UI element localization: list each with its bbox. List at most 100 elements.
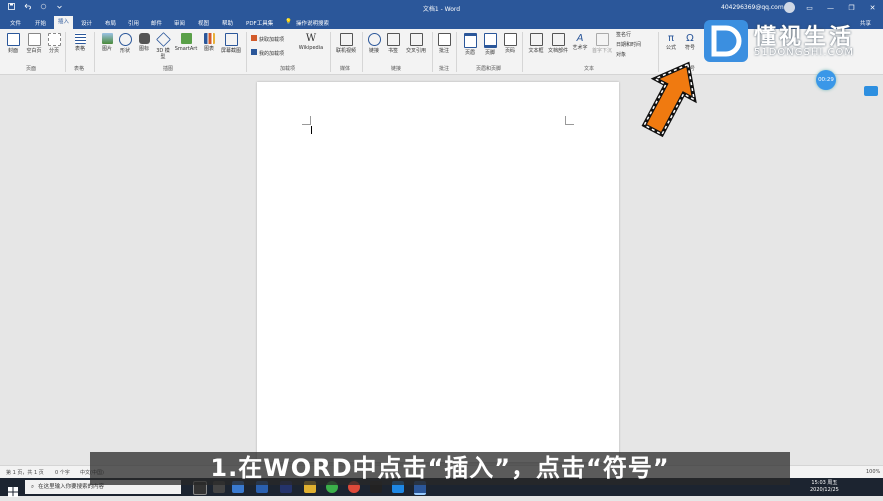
blank-page-icon xyxy=(27,33,41,46)
wordart-icon: A xyxy=(576,33,584,44)
quick-parts-icon xyxy=(551,33,565,46)
tab-references[interactable]: 引用 xyxy=(128,19,139,27)
ribbon-display-icon[interactable]: ▭ xyxy=(799,0,820,16)
tab-view[interactable]: 视图 xyxy=(198,19,209,27)
equation-button[interactable]: π 公式 xyxy=(663,33,679,51)
tab-home[interactable]: 开始 xyxy=(35,19,46,27)
smartart-label: SmartArt xyxy=(174,46,198,52)
search-icon: ⌕ xyxy=(31,484,35,490)
cover-page-button[interactable]: 封面 xyxy=(5,33,21,54)
page-count[interactable]: 第 1 页，共 1 页 xyxy=(6,469,44,476)
get-addins-label: 获取加载项 xyxy=(259,37,285,43)
page-break-button[interactable]: 分页 xyxy=(46,33,62,54)
crop-mark-left xyxy=(302,116,311,125)
divider xyxy=(94,32,95,72)
wikipedia-button[interactable]: W Wikipedia xyxy=(297,33,325,51)
table-icon xyxy=(74,33,86,44)
quick-parts-button[interactable]: 文档部件 xyxy=(546,33,570,54)
avatar[interactable] xyxy=(784,2,795,13)
text-cursor xyxy=(311,126,312,134)
drop-cap-label: 首字下沉 xyxy=(591,48,612,54)
tab-help[interactable]: 帮助 xyxy=(222,19,233,27)
get-addins-button[interactable]: 获取加载项 xyxy=(251,35,284,43)
comment-label: 批注 xyxy=(438,48,449,54)
tab-pdf-tools[interactable]: PDF工具集 xyxy=(246,19,273,27)
wordart-button[interactable]: A 艺术字 xyxy=(571,33,589,51)
picture-icon xyxy=(101,33,113,44)
drop-cap-button[interactable]: 首字下沉 xyxy=(590,33,614,54)
picture-button[interactable]: 图片 xyxy=(99,33,115,52)
account-email[interactable]: 404296369@qq.com xyxy=(721,4,784,11)
header-button[interactable]: 页眉 xyxy=(462,33,478,56)
comment-icon xyxy=(437,33,451,46)
comment-button[interactable]: 批注 xyxy=(437,33,451,54)
table-button[interactable]: 表格 xyxy=(72,33,88,52)
shapes-button[interactable]: 形状 xyxy=(117,33,133,54)
tab-insert[interactable]: 插入 xyxy=(54,16,74,29)
header-label: 页眉 xyxy=(464,50,475,56)
symbol-button[interactable]: Ω 符号 xyxy=(682,33,698,51)
text-box-icon xyxy=(529,33,543,46)
group-comments: 批注 xyxy=(439,66,450,72)
blank-page-button[interactable]: 空白页 xyxy=(24,33,44,54)
minimize-icon[interactable]: — xyxy=(820,0,841,16)
zoom-level[interactable]: 100% xyxy=(866,469,880,475)
shapes-icon xyxy=(118,33,132,46)
taskbar-clock[interactable]: 15:03 周五 2020/12/25 xyxy=(810,480,839,494)
globe-icon xyxy=(367,33,381,46)
instruction-subtitle: 1.在WORD中点击“插入”，点击“符号” xyxy=(90,452,790,485)
smartart-icon xyxy=(180,33,192,44)
page-number-icon xyxy=(503,33,517,46)
tab-mailings[interactable]: 邮件 xyxy=(151,19,162,27)
link-button[interactable]: 链接 xyxy=(367,33,381,54)
link-label: 链接 xyxy=(368,48,379,54)
bookmark-button[interactable]: 书签 xyxy=(386,33,400,54)
my-addins-button[interactable]: 我的加载项 xyxy=(251,49,284,57)
date-time-label: 日期和时间 xyxy=(616,42,642,48)
tab-review[interactable]: 审阅 xyxy=(174,19,185,27)
date-time-button[interactable]: 日期和时间 xyxy=(616,42,641,48)
windows-start-icon[interactable] xyxy=(8,482,18,497)
wordart-label: 艺术字 xyxy=(572,45,588,51)
online-video-button[interactable]: 联机视频 xyxy=(334,33,358,54)
3d-models-button[interactable]: 3D 模型 xyxy=(155,32,171,60)
close-icon[interactable]: ✕ xyxy=(862,0,883,16)
cross-reference-button[interactable]: 交叉引用 xyxy=(403,33,429,54)
icons-label: 图标 xyxy=(138,46,149,52)
title-bar: 文档1 - Word 404296369@qq.com ▭ — ❐ ✕ xyxy=(0,0,883,16)
cover-page-label: 封面 xyxy=(7,48,18,54)
omega-icon: Ω xyxy=(686,33,694,44)
clock-date: 2020/12/25 xyxy=(810,487,839,493)
bookmark-icon xyxy=(386,33,400,46)
side-panel-icon[interactable] xyxy=(864,86,878,96)
signature-label: 签名行 xyxy=(616,32,632,38)
footer-icon xyxy=(483,33,497,48)
cover-page-icon xyxy=(6,33,20,46)
screenshot-button[interactable]: 屏幕截图 xyxy=(219,33,243,54)
tab-file[interactable]: 文件 xyxy=(10,19,21,27)
drop-cap-icon xyxy=(595,33,609,46)
clock-time: 15:03 周五 xyxy=(811,480,838,486)
word-count[interactable]: 0 个字 xyxy=(55,469,70,476)
divider xyxy=(432,32,433,72)
object-button[interactable]: 对象 xyxy=(616,52,626,58)
header-icon xyxy=(463,33,477,48)
tab-layout[interactable]: 布局 xyxy=(105,19,116,27)
smartart-button[interactable]: SmartArt xyxy=(173,33,199,52)
my-addins-label: 我的加载项 xyxy=(259,51,285,57)
divider xyxy=(330,32,331,72)
page-number-button[interactable]: 页码 xyxy=(502,33,518,54)
maximize-icon[interactable]: ❐ xyxy=(841,0,862,16)
3d-models-label: 3D 模型 xyxy=(156,48,170,60)
addins-icon xyxy=(251,49,257,55)
chart-button[interactable]: 图表 xyxy=(201,33,217,52)
footer-button[interactable]: 页脚 xyxy=(482,33,498,56)
tab-design[interactable]: 设计 xyxy=(81,19,92,27)
tell-me-search[interactable]: 操作说明搜索 xyxy=(296,19,329,27)
icons-button[interactable]: 图标 xyxy=(136,33,152,52)
picture-label: 图片 xyxy=(101,46,112,52)
text-box-button[interactable]: 文本框 xyxy=(527,33,545,54)
symbol-label: 符号 xyxy=(684,45,695,51)
signature-line-button[interactable]: 签名行 xyxy=(616,32,631,38)
document-page[interactable] xyxy=(257,82,619,462)
